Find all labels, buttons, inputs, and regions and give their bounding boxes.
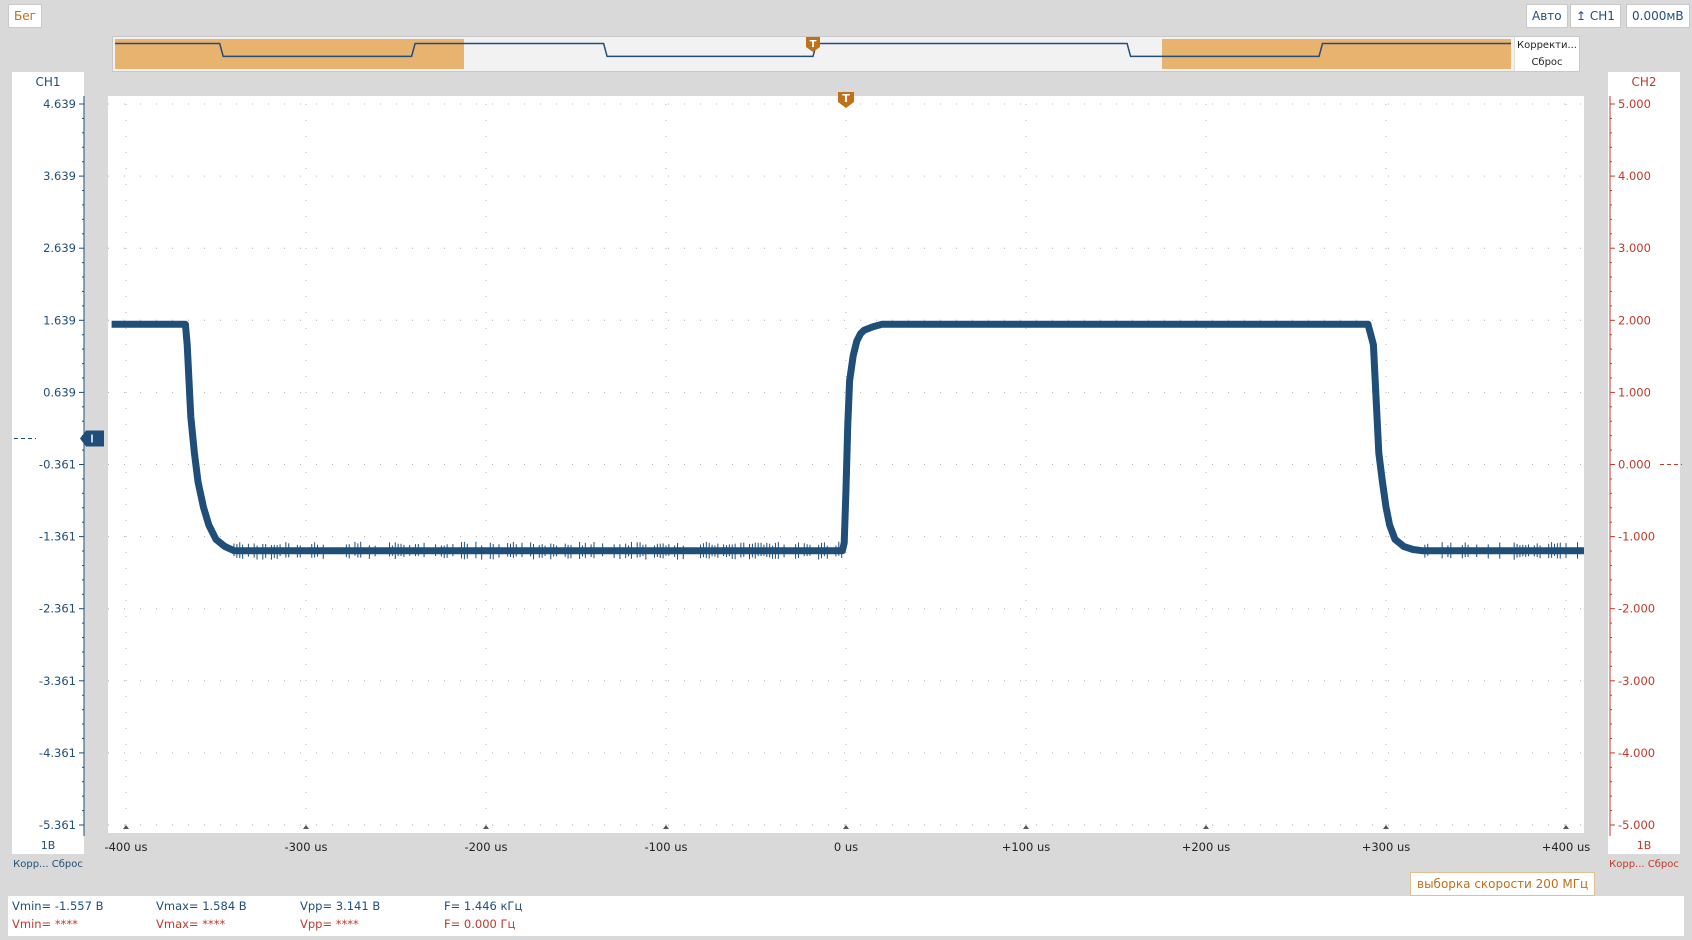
trigger-mode-button[interactable]: Авто xyxy=(1526,4,1568,28)
ch1-vmax: Vmax= 1.584 В xyxy=(156,899,247,913)
ch2-tick-label: 1.000 xyxy=(1618,385,1651,399)
ch2-vpp: Vpp= **** xyxy=(300,917,359,931)
ch1-tick-label: 3.639 xyxy=(43,169,76,183)
ch2-tick-label: -5.000 xyxy=(1618,818,1655,832)
ch2-tick-label: 0.000 xyxy=(1618,458,1651,472)
ch1-tick-label: 1.639 xyxy=(43,313,76,327)
x-tick-label: -100 us xyxy=(644,840,687,854)
x-tick-label: +300 us xyxy=(1362,840,1411,854)
ch1-volts-per-div[interactable]: 1В xyxy=(12,838,84,854)
overview-reset-button[interactable]: Сброс xyxy=(1514,54,1579,71)
x-tick-label: -200 us xyxy=(464,840,507,854)
overview-correct-button[interactable]: Корректи... xyxy=(1514,37,1579,54)
ch1-tick-label: -1.361 xyxy=(39,530,76,544)
ch1-vmin: Vmin= -1.557 В xyxy=(12,899,104,913)
ch2-axis-header[interactable]: CH2 xyxy=(1608,72,1680,92)
ch2-tick-label: -4.000 xyxy=(1618,746,1655,760)
ch1-tick-label: -2.361 xyxy=(39,602,76,616)
sample-rate-label: выборка скорости 200 МГц xyxy=(1410,872,1596,896)
rising-edge-icon: ↥ xyxy=(1576,9,1587,23)
ch1-frequency: F= 1.446 кГц xyxy=(444,899,523,913)
x-tick-label: +100 us xyxy=(1002,840,1051,854)
ch1-tick-label: -0.361 xyxy=(39,458,76,472)
trigger-source-button[interactable]: ↥ CH1 xyxy=(1570,4,1621,28)
ch1-tick-label: 4.639 xyxy=(43,97,76,111)
ch1-vpp: Vpp= 3.141 В xyxy=(300,899,381,913)
ch2-tick-label: -2.000 xyxy=(1618,602,1655,616)
trigger-position-label: T xyxy=(842,92,850,105)
ch2-tick-label: 4.000 xyxy=(1618,169,1651,183)
overview-plot[interactable]: T xyxy=(113,37,1513,71)
trigger-level-display[interactable]: 0.000мВ xyxy=(1626,4,1690,28)
x-tick-label: +200 us xyxy=(1182,840,1231,854)
ch2-vmax: Vmax= **** xyxy=(156,917,226,931)
ch1-tick-label: -3.361 xyxy=(39,674,76,688)
x-tick-label: -400 us xyxy=(104,840,147,854)
run-stop-button[interactable]: Бег xyxy=(8,4,42,28)
measurements-panel: Vmin= -1.557 В Vmax= 1.584 В Vpp= 3.141 … xyxy=(8,896,1684,936)
x-tick-label: 0 us xyxy=(834,840,858,854)
ch2-correct-reset-button[interactable]: Корр... Сброс xyxy=(1604,857,1684,873)
ch1-tick-label: -4.361 xyxy=(39,746,76,760)
ch2-tick-label: 3.000 xyxy=(1618,241,1651,255)
x-tick-label: +400 us xyxy=(1542,840,1591,854)
ch2-vmin: Vmin= **** xyxy=(12,917,78,931)
oscilloscope-plot[interactable]: 4.639 3.639 2.639 1.639 0.639 -0.361 -1.361 -2.… xyxy=(0,92,1692,872)
x-tick-label: -300 us xyxy=(284,840,327,854)
ch1-tick-label: 0.639 xyxy=(43,385,76,399)
ch2-tick-label: -3.000 xyxy=(1618,674,1655,688)
ch2-volts-per-div[interactable]: 1В xyxy=(1608,838,1680,854)
waveform-overview[interactable]: T Корректи... Сброс xyxy=(112,36,1580,72)
ch1-tick-label: -5.361 xyxy=(39,818,76,832)
ch1-tick-label: 2.639 xyxy=(43,241,76,255)
overview-trigger-label: T xyxy=(810,39,817,50)
ch2-tick-label: -1.000 xyxy=(1618,530,1655,544)
ch1-correct-reset-button[interactable]: Корр... Сброс xyxy=(8,857,88,873)
ch2-tick-label: 5.000 xyxy=(1618,97,1651,111)
ch2-tick-label: 2.000 xyxy=(1618,313,1651,327)
ch1-axis-header[interactable]: CH1 xyxy=(12,72,84,92)
trigger-source-label: CH1 xyxy=(1589,9,1615,23)
ch2-frequency: F= 0.000 Гц xyxy=(444,917,516,931)
